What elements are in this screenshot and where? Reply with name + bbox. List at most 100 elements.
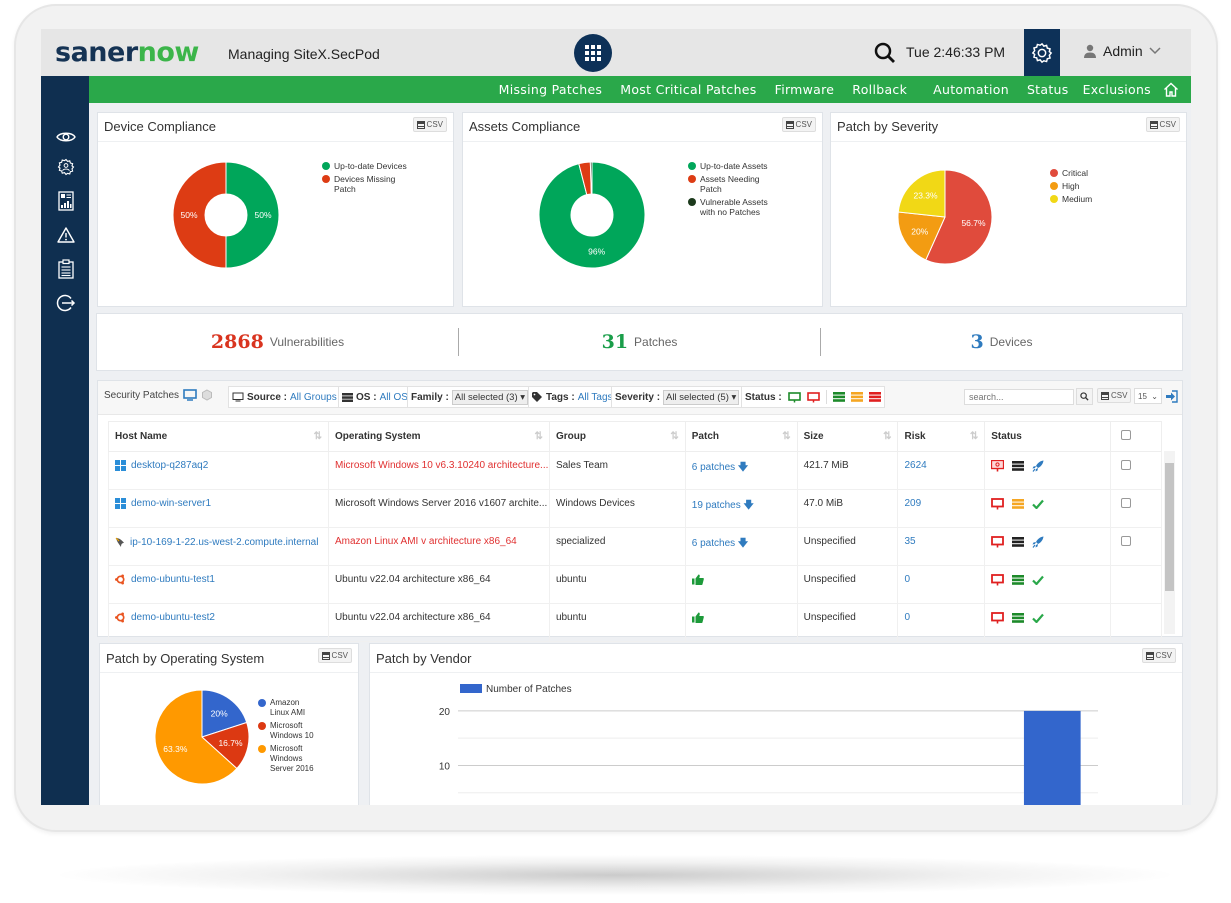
scrollbar-thumb[interactable] [1165, 463, 1174, 591]
monitor-offline-icon[interactable] [991, 536, 1005, 548]
col-group[interactable]: Group ⇅ [548, 421, 686, 452]
source-filter[interactable]: Source : All Groups [228, 386, 341, 408]
cell-risk[interactable]: 0 [897, 565, 986, 604]
server-red-icon[interactable] [868, 392, 881, 402]
cell-risk[interactable]: 0 [897, 603, 986, 642]
nav-exclusions[interactable]: Exclusions [1083, 82, 1151, 97]
sidebar-item-tasks[interactable] [55, 258, 77, 280]
row-checkbox[interactable] [1121, 460, 1132, 470]
cell-risk[interactable]: 35 [897, 527, 986, 566]
page-size-select[interactable]: 15 ⌄ [1134, 388, 1162, 404]
select-all-checkbox[interactable] [1121, 430, 1132, 440]
server-green-icon[interactable] [832, 392, 845, 402]
device-view-icon[interactable] [183, 389, 197, 401]
csv-export-button[interactable]: CSV [1141, 648, 1176, 663]
sidebar-item-overview[interactable] [55, 126, 77, 148]
server-ok-icon[interactable] [1012, 613, 1025, 623]
sidebar-item-reports[interactable] [55, 190, 77, 212]
cell-risk[interactable]: 2624 [897, 451, 986, 490]
nav-rollback[interactable]: Rollback [852, 82, 907, 97]
family-filter[interactable]: Family : All selected (3) ▾ [407, 386, 533, 408]
legend-item[interactable]: Devices Missing Patch [322, 174, 422, 194]
cell-risk[interactable]: 209 [897, 489, 986, 528]
server-orange-icon[interactable] [850, 392, 863, 402]
nav-missing-patches[interactable]: Missing Patches [499, 82, 603, 97]
server-icon[interactable] [1012, 461, 1025, 471]
user-menu[interactable]: Admin [1083, 43, 1161, 59]
os-filter[interactable]: OS : All OS [338, 386, 412, 408]
settings-button[interactable] [1024, 29, 1060, 76]
search-icon[interactable] [873, 41, 897, 65]
download-icon[interactable]: 🡇 [738, 462, 748, 473]
severity-select[interactable]: All selected (5) ▾ [663, 389, 740, 405]
table-row[interactable]: desktop-q287aq2 Microsoft Windows 10 v6.… [108, 451, 1162, 490]
bar-microsoft[interactable] [1023, 710, 1081, 805]
legend-item[interactable]: Assets Needing Patch [688, 174, 788, 194]
csv-export-button[interactable]: CSV [412, 117, 447, 132]
col-operating-system[interactable]: Operating System ⇅ [327, 421, 550, 452]
sidebar-item-logout[interactable] [55, 292, 77, 314]
col-select-all[interactable] [1110, 421, 1162, 452]
severity-filter[interactable]: Severity : All selected (5) ▾ [611, 386, 744, 408]
stat-patches[interactable]: 31 Patches [458, 328, 820, 356]
legend-item[interactable]: Up-to-date Devices [322, 161, 422, 171]
col-patch[interactable]: Patch ⇅ [684, 421, 798, 452]
nav-firmware[interactable]: Firmware [775, 82, 835, 97]
nav-most-critical-patches[interactable]: Most Critical Patches [620, 82, 756, 97]
host-link[interactable]: demo-ubuntu-test1 [131, 574, 215, 585]
legend-item[interactable]: Up-to-date Assets [688, 161, 788, 171]
nav-automation[interactable]: Automation [933, 82, 1009, 97]
table-row[interactable]: ip-10-169-1-22.us-west-2.compute.interna… [108, 527, 1162, 566]
legend-item[interactable]: Vulnerable Assets with no Patches [688, 197, 788, 217]
export-icon[interactable] [1165, 390, 1178, 403]
patches-link[interactable]: 19 patches [692, 500, 741, 511]
table-row[interactable]: demo-ubuntu-test2 Ubuntu v22.04 architec… [108, 603, 1162, 642]
host-link[interactable]: demo-ubuntu-test2 [131, 612, 215, 623]
download-icon[interactable]: 🡇 [743, 500, 753, 511]
download-icon[interactable]: 🡇 [738, 538, 748, 549]
legend-item[interactable]: Critical [1050, 168, 1150, 178]
sidebar-item-alerts[interactable] [55, 224, 77, 246]
row-checkbox[interactable] [1121, 498, 1132, 508]
table-scrollbar[interactable] [1164, 451, 1175, 634]
csv-export-button[interactable]: CSV [1145, 117, 1180, 132]
monitor-offline-icon[interactable] [991, 460, 1005, 472]
host-link[interactable]: demo-win-server1 [131, 498, 211, 509]
table-row[interactable]: demo-win-server1 Microsoft Windows Serve… [108, 489, 1162, 528]
legend-item[interactable]: Microsoft Windows 10 [258, 721, 318, 741]
monitor-offline-icon[interactable] [806, 391, 820, 403]
monitor-offline-icon[interactable] [991, 498, 1005, 510]
patches-link[interactable]: 6 patches [692, 538, 735, 549]
server-icon[interactable] [1012, 537, 1025, 547]
rocket-icon[interactable] [1032, 460, 1044, 472]
table-row[interactable]: demo-ubuntu-test1 Ubuntu v22.04 architec… [108, 565, 1162, 604]
host-link[interactable]: desktop-q287aq2 [131, 460, 208, 471]
col-host-name[interactable]: Host Name ⇅ [108, 421, 329, 452]
monitor-online-icon[interactable] [787, 391, 801, 403]
col-size[interactable]: Size ⇅ [796, 421, 899, 452]
patches-link[interactable]: 6 patches [692, 462, 735, 473]
legend-item[interactable]: High [1050, 181, 1150, 191]
monitor-offline-icon[interactable] [991, 574, 1005, 586]
server-warning-icon[interactable] [1012, 499, 1025, 509]
legend-item[interactable]: Amazon Linux AMI [258, 698, 318, 718]
search-button[interactable] [1076, 388, 1093, 405]
apps-grid-button[interactable] [574, 34, 612, 72]
col-risk[interactable]: Risk ⇅ [897, 421, 986, 452]
asset-view-icon[interactable] [201, 389, 213, 401]
rocket-icon[interactable] [1032, 536, 1044, 548]
col-status[interactable]: Status [984, 421, 1112, 452]
server-ok-icon[interactable] [1012, 575, 1025, 585]
nav-status[interactable]: Status [1027, 82, 1069, 97]
csv-export-button[interactable]: CSV [1097, 388, 1132, 403]
host-link[interactable]: ip-10-169-1-22.us-west-2.compute.interna… [130, 537, 318, 548]
csv-export-button[interactable]: CSV [317, 648, 352, 663]
logo[interactable]: sanernow [55, 37, 199, 68]
row-checkbox[interactable] [1121, 536, 1132, 546]
monitor-offline-icon[interactable] [991, 612, 1005, 624]
home-button[interactable] [1163, 82, 1179, 97]
tags-filter[interactable]: Tags : All Tags [528, 386, 617, 408]
legend-item[interactable]: Medium [1050, 194, 1150, 204]
legend-item[interactable]: Microsoft Windows Server 2016 [258, 744, 318, 774]
table-search-input[interactable] [964, 389, 1074, 405]
